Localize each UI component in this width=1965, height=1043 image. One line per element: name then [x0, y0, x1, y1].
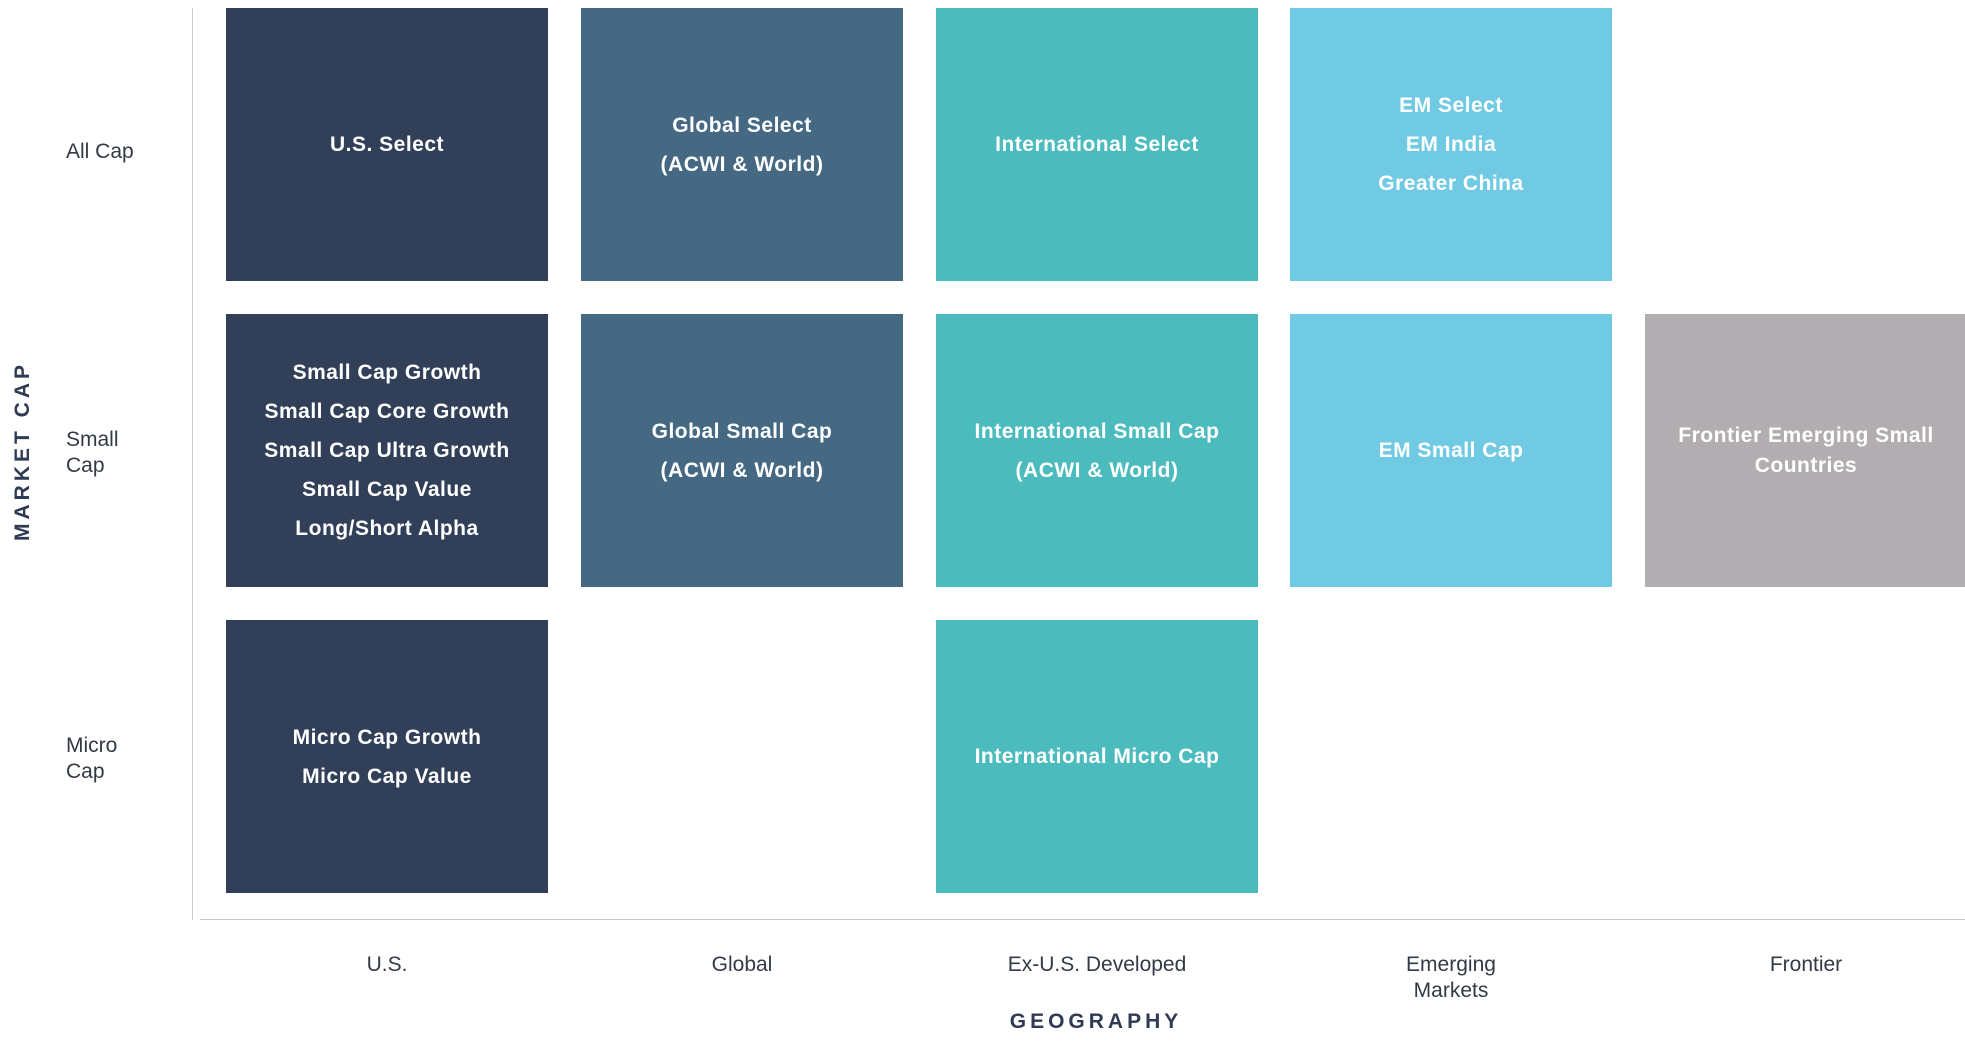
cell-text-line: Small Cap Growth: [292, 361, 482, 384]
cell-microcap-us: Micro Cap Growth Micro Cap Value: [226, 620, 548, 893]
cell-text-line: International Select: [995, 133, 1199, 156]
cell-smallcap-global: Global Small Cap (ACWI & World): [581, 314, 903, 587]
cell-allcap-us: U.S. Select: [226, 8, 548, 281]
y-axis-line: [192, 8, 193, 920]
cell-smallcap-em: EM Small Cap: [1290, 314, 1612, 587]
geography-axis-title: GEOGRAPHY: [1009, 1010, 1183, 1033]
cell-allcap-global: Global Select (ACWI & World): [581, 8, 903, 281]
cell-text-line: Small Cap Core Growth: [264, 400, 510, 423]
column-label-emerging-markets-line-2: Markets: [1413, 979, 1489, 1002]
cell-smallcap-exus: International Small Cap (ACWI & World): [936, 314, 1258, 587]
cell-allcap-em: EM Select EM India Greater China: [1290, 8, 1612, 281]
row-label-micro-cap-line-1: Micro: [66, 734, 118, 757]
cell-allcap-exus: International Select: [936, 8, 1258, 281]
cell-smallcap-frontier: Frontier Emerging Small Countries: [1645, 314, 1965, 587]
cell-text-line: Greater China: [1378, 172, 1524, 195]
column-label-global: Global: [711, 953, 773, 976]
cell-text-line: Long/Short Alpha: [295, 517, 479, 540]
column-label-frontier: Frontier: [1769, 953, 1843, 976]
cell-text-line: Frontier Emerging Small: [1678, 423, 1934, 447]
cell-text-line: (ACWI & World): [660, 458, 824, 482]
cell-text-line: Global Select: [672, 113, 812, 137]
cell-microcap-exus: International Micro Cap: [936, 620, 1258, 893]
row-label-small-cap: Small Cap: [66, 427, 156, 479]
row-label-small-cap-line-2: Cap: [66, 454, 105, 477]
row-label-all-cap: All Cap: [66, 140, 134, 163]
cell-text-line: Micro Cap Growth: [292, 725, 482, 749]
cell-text-line: International Small Cap: [974, 419, 1220, 443]
cell-smallcap-us: Small Cap Growth Small Cap Core Growth Sma…: [226, 314, 548, 587]
cell-text-line: (ACWI & World): [660, 152, 824, 176]
cell-text-line: U.S. Select: [329, 133, 445, 156]
row-label-micro-cap-line-2: Cap: [66, 760, 105, 783]
row-label-micro-cap: Micro Cap: [66, 733, 156, 785]
cell-text-line: EM Small Cap: [1378, 439, 1524, 462]
x-axis-line: [200, 919, 1965, 920]
column-label-emerging-markets-line-1: Emerging: [1406, 953, 1496, 976]
cell-text-line: (ACWI & World): [1015, 458, 1179, 482]
cell-text-line: Micro Cap Value: [302, 764, 472, 788]
column-label-emerging-markets: Emerging Markets: [1290, 952, 1612, 1004]
cell-text-line: Global Small Cap: [651, 419, 833, 443]
market-cap-axis-title: MARKET CAP: [11, 361, 34, 541]
column-label-exus: Ex-U.S. Developed: [1007, 953, 1187, 976]
row-label-small-cap-line-1: Small: [66, 428, 119, 451]
cell-text-line: Small Cap Ultra Growth: [264, 439, 510, 462]
cell-text-line: Small Cap Value: [302, 478, 472, 501]
cell-text-line: International Micro Cap: [974, 745, 1220, 768]
cell-text-line: EM Select: [1399, 94, 1503, 117]
column-label-us: U.S.: [366, 953, 408, 976]
cell-text-line: Countries: [1754, 453, 1858, 477]
cell-text-line: EM India: [1405, 133, 1497, 156]
